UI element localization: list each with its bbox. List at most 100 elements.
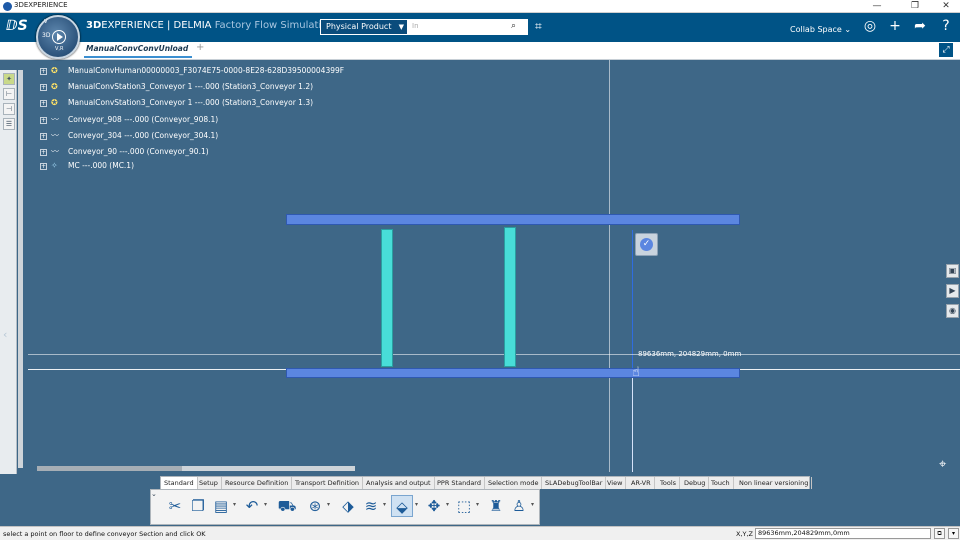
guide-line-horizontal (28, 354, 960, 355)
undo-dropdown-icon[interactable]: ▾ (264, 501, 267, 508)
tab-non-linear-versioning[interactable]: Non linear versioning (736, 477, 813, 489)
maximize-button[interactable]: ❐ (903, 0, 927, 13)
flow-icon[interactable]: ⊛ (304, 495, 326, 517)
bounding-box-dropdown-icon[interactable]: ▾ (476, 501, 479, 508)
reframe-axis-icon[interactable]: ⌖ (939, 457, 946, 472)
conveyor-leg[interactable] (504, 227, 516, 367)
tree-item[interactable]: + 〰 Conveyor_304 ---.000 (Conveyor_304.1) (40, 130, 218, 144)
paste-icon[interactable]: ▤ (210, 495, 232, 517)
panel-collapse-arrow-icon[interactable]: ‹ (3, 328, 7, 341)
expand-node-icon[interactable]: + (40, 68, 47, 75)
tree-item-label: ManualConvHuman00000003_F3074E75-0000-8E… (68, 66, 345, 75)
tree-expand-icon[interactable]: ⊢ (3, 88, 15, 100)
action-bar-collapse-icon[interactable]: ⌄ (151, 490, 157, 498)
station-icon: ✪ (51, 82, 58, 91)
add-icon[interactable]: + (886, 17, 904, 35)
user-profile-icon[interactable]: ◎ (861, 17, 879, 35)
os-window-title: 3DEXPERIENCE (14, 1, 68, 9)
conveyor-icon: 〰 (51, 147, 59, 156)
close-button[interactable]: ✕ (934, 0, 958, 13)
expand-node-icon[interactable]: + (40, 133, 47, 140)
conveyor-icon[interactable]: ⛟ (276, 495, 298, 517)
flow-dropdown-icon[interactable]: ▾ (327, 501, 330, 508)
tab-debug[interactable]: Debug (681, 477, 710, 489)
tree-item[interactable]: + ✪ ManualConvStation3_Conveyor 1 ---.000 … (40, 82, 313, 96)
search-input[interactable]: In ⌕ (408, 19, 528, 35)
tab-standard[interactable]: Standard (161, 477, 198, 489)
tree-list-icon[interactable]: ☰ (3, 118, 15, 130)
tree-horizontal-scrollbar[interactable] (37, 466, 355, 471)
copy-icon[interactable]: ❐ (187, 495, 209, 517)
tab-tools[interactable]: Tools (657, 477, 681, 489)
tab-touch[interactable]: Touch (708, 477, 734, 489)
move-dropdown-icon[interactable]: ▾ (446, 501, 449, 508)
tree-item[interactable]: + 〰 Conveyor_90 ---.000 (Conveyor_90.1) (40, 146, 209, 160)
conveyor-bottom-bar[interactable] (286, 368, 740, 378)
tab-resource-definition[interactable]: Resource Definition (222, 477, 293, 489)
tab-ppr-standard[interactable]: PPR Standard (434, 477, 485, 489)
path-dropdown-icon[interactable]: ▾ (383, 501, 386, 508)
status-settings-icon[interactable]: ▾ (948, 528, 959, 539)
cut-icon[interactable]: ✂ (164, 495, 186, 517)
tab-sladebugtoolbar[interactable]: SLADebugToolBar (542, 477, 607, 489)
paste-dropdown-icon[interactable]: ▾ (233, 501, 236, 508)
tree-item[interactable]: + ✧ MC ---.000 (MC.1) (40, 161, 134, 175)
expand-node-icon[interactable]: + (40, 149, 47, 156)
tag-icon[interactable]: ⌗ (535, 19, 542, 34)
conveyor-top-bar[interactable] (286, 214, 740, 225)
tree-item[interactable]: + ✪ ManualConvStation3_Conveyor 1 ---.000 … (40, 98, 313, 112)
tree-item[interactable]: + 〰 Conveyor_908 ---.000 (Conveyor_908.1) (40, 114, 218, 128)
tree-toggle-icon[interactable]: ✦ (3, 73, 15, 85)
play-icon[interactable] (57, 33, 63, 41)
tab-view[interactable]: View (604, 477, 627, 489)
expand-icon[interactable]: ⤢ (939, 43, 953, 57)
conveyor-leg[interactable] (381, 229, 393, 367)
expand-node-icon[interactable]: + (40, 84, 47, 91)
tab-analysis-and-output[interactable]: Analysis and output (363, 477, 435, 489)
expand-node-icon[interactable]: + (40, 117, 47, 124)
active-tab-underline (84, 56, 192, 58)
search-scope-dropdown[interactable]: Physical Product ▼ (320, 19, 408, 35)
help-icon[interactable]: ? (937, 17, 955, 35)
expand-node-icon[interactable]: + (40, 163, 47, 170)
tab-ar-vr[interactable]: AR-VR (628, 477, 655, 489)
tab-setup[interactable]: Setup (196, 477, 222, 489)
floor-icon[interactable]: ⬙ (391, 495, 413, 517)
capture-icon[interactable]: ▣ (946, 264, 959, 278)
status-option-icon[interactable]: ⧉ (934, 528, 945, 539)
worker-dropdown-icon[interactable]: ▾ (531, 501, 534, 508)
dassault-logo-icon: ⅅS (6, 18, 28, 34)
tab-manualconvconvunload[interactable]: ManualConvConvUnload (86, 44, 188, 53)
view-icon[interactable]: ◉ (946, 304, 959, 318)
floor-dropdown-icon[interactable]: ▾ (415, 501, 418, 508)
tree-item-label: ManualConvStation3_Conveyor 1 ---.000 (S… (68, 98, 314, 107)
move-icon[interactable]: ✥ (423, 495, 445, 517)
tree-vertical-scrollbar[interactable] (18, 70, 23, 468)
left-toolbar: ✦ ⊢ ⊣ ☰ ‹ (0, 70, 17, 474)
cursor-coordinate-label: 89636mm, 204829mm, 0mm (638, 350, 742, 358)
bounding-box-icon[interactable]: ⬚ (453, 495, 475, 517)
search-placeholder: In (412, 22, 419, 30)
share-icon[interactable]: ➦ (911, 17, 929, 35)
robot-icon[interactable]: ♜ (485, 495, 507, 517)
tree-collapse-icon[interactable]: ⊣ (3, 103, 15, 115)
expand-node-icon[interactable]: + (40, 100, 47, 107)
tree-item[interactable]: + ✪ ManualConvHuman00000003_F3074E75-0000-… (40, 66, 344, 80)
record-icon[interactable]: ▶ (946, 284, 959, 298)
scrollbar-thumb[interactable] (37, 466, 182, 471)
xyz-input[interactable]: 89636mm,204829mm,0mm (755, 528, 931, 539)
resource-icon[interactable]: ⬗ (337, 495, 359, 517)
undo-icon[interactable]: ↶ (241, 495, 263, 517)
checkmark-icon: ✓ (640, 238, 653, 251)
compass-widget[interactable]: V 3D V,R (36, 15, 80, 59)
add-tab-button[interactable]: + (196, 42, 204, 53)
collab-space-dropdown[interactable]: Collab Space ⌄ (790, 25, 851, 34)
search-icon[interactable]: ⌕ (511, 21, 525, 33)
worker-icon[interactable]: ♙ (508, 495, 530, 517)
ok-button[interactable]: ✓ (635, 233, 658, 256)
minimize-button[interactable]: — (865, 0, 889, 13)
path-icon[interactable]: ≋ (360, 495, 382, 517)
tab-transport-definition[interactable]: Transport Definition (292, 477, 364, 489)
tab-selection-mode[interactable]: Selection mode (485, 477, 543, 489)
action-bar: ✂ ❐ ▤ ▾ ↶ ▾ ⛟ ⊛ ▾ ⬗ ≋ ▾ ⬙ ▾ ✥ ▾ ⬚ ▾ ♜ ♙ … (150, 489, 540, 525)
